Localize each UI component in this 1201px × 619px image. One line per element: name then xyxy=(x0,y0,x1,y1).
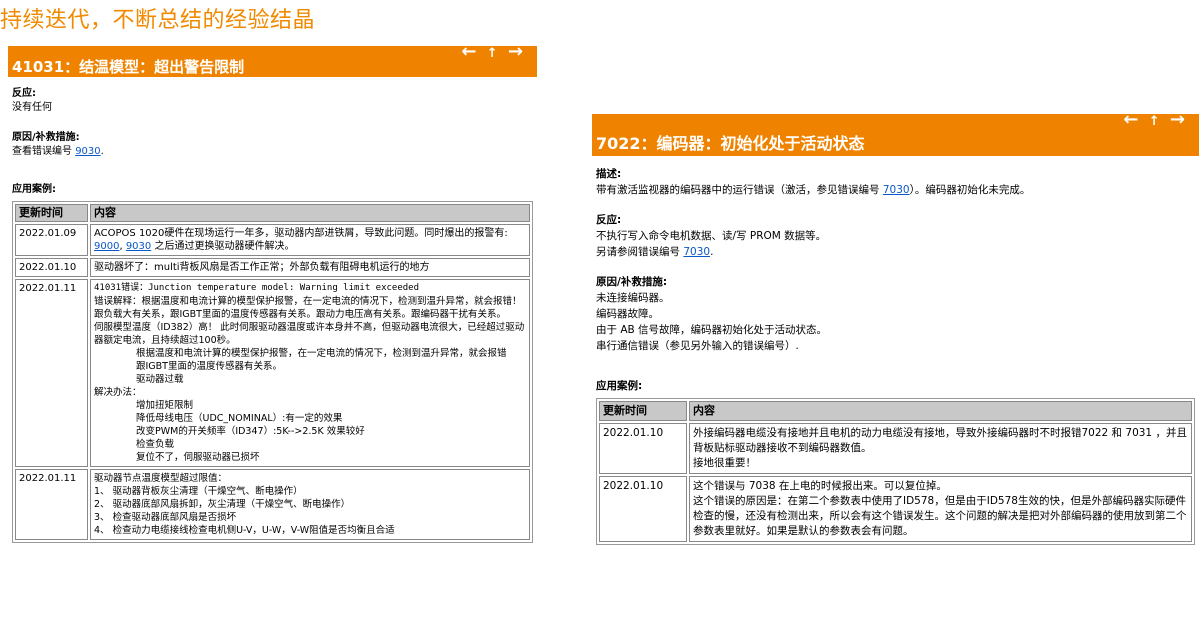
row-line: 这个错误与 7038 在上电的时候报出来。可以复位掉。 xyxy=(693,480,947,492)
list-item: 2、 驱动器底部风扇拆卸，灰尘清理（干燥空气、断电操作） xyxy=(94,499,351,510)
cases-label: 应用案例: xyxy=(12,184,56,195)
arrow-right-icon[interactable]: → xyxy=(1170,114,1187,130)
error-title: 41031：结温模型：超出警告限制 xyxy=(12,58,245,76)
table-row: 2022.01.11 41031错误：Junction temperature … xyxy=(15,279,530,467)
arrow-up-icon[interactable]: ↑ xyxy=(487,46,500,61)
row-content: 外接编码器电缆没有接地并且电机的动力电缆没有接地，导致外接编码器时不时报错702… xyxy=(689,423,1192,474)
page-headline: 持续迭代，不断总结的经验结晶 xyxy=(0,8,316,33)
row-date: 2022.01.11 xyxy=(15,279,88,467)
row-line: 驱动器过载 xyxy=(136,374,184,385)
description-suffix: ）。编码器初始化未完成。 xyxy=(909,184,1031,196)
error-title-bar: 41031：结温模型：超出警告限制 ← ↑ → xyxy=(8,46,537,77)
cause-item: 未连接编码器。 xyxy=(596,292,670,304)
row-line: 错误解释：根据温度和电流计算的模型保护报警，在一定电流的情况下，检测到温升异常，… xyxy=(94,296,522,320)
arrow-left-icon[interactable]: ← xyxy=(1123,114,1140,130)
description-prefix: 带有激活监视器的编码器中的运行错误（激活，参见错误编号 xyxy=(596,184,880,196)
error-content: 描述: 带有激活监视器的编码器中的运行错误（激活，参见错误编号 7030）。编码… xyxy=(592,156,1199,549)
error-content: 反应: 没有任何 原因/补救措施: 查看错误编号 9030. 应用案例: 更新时… xyxy=(8,77,537,547)
nav-arrows: ← ↑ → xyxy=(461,46,525,61)
row-line: 根据温度和电流计算的模型保护报警，在一定电流的情况下，检测到温升异常，就会报错 xyxy=(136,348,507,359)
table-row: 2022.01.10 这个错误与 7038 在上电的时候报出来。可以复位掉。 这… xyxy=(599,476,1192,542)
row-line: 伺服模型温度（ID382）高！ 此时伺服驱动器温度或许本身并不高，但驱动器电流很… xyxy=(94,322,525,346)
table-row: 2022.01.09 ACOPOS 1020硬件在现场运行一年多，驱动器内部进铁… xyxy=(15,224,530,256)
row-content: 41031错误：Junction temperature model: Warn… xyxy=(90,279,530,467)
table-row: 2022.01.11 驱动器节点温度模型超过限值： 1、 驱动器背板灰尘清理（干… xyxy=(15,469,530,540)
cases-table: 更新时间 内容 2022.01.09 ACOPOS 1020硬件在现场运行一年多… xyxy=(12,201,533,543)
row-date: 2022.01.10 xyxy=(15,258,88,277)
cases-table: 更新时间 内容 2022.01.10 外接编码器电缆没有接地并且电机的动力电缆没… xyxy=(596,398,1195,545)
column-header-date: 更新时间 xyxy=(599,401,687,421)
reaction-label: 反应: xyxy=(12,88,36,99)
cause-item: 串行通信错误（参见另外输入的错误编号）. xyxy=(596,340,799,352)
column-header-content: 内容 xyxy=(90,204,530,222)
reaction-text: 另请参阅错误编号 7030. xyxy=(596,244,1195,260)
error-link-9030[interactable]: 9030 xyxy=(75,146,100,157)
error-link-7030[interactable]: 7030 xyxy=(883,184,910,196)
solution-item: 检查负载 xyxy=(136,439,175,450)
solution-label: 解决办法： xyxy=(94,387,142,398)
cause-item: 由于 AB 信号故障，编码器初始化处于活动状态。 xyxy=(596,324,828,336)
list-item: 1、 驱动器背板灰尘清理（干燥空气、断电操作） xyxy=(94,486,303,497)
cause-label: 原因/补救措施: xyxy=(12,132,80,143)
column-header-date: 更新时间 xyxy=(15,204,88,222)
error-title-bar: 7022：编码器：初始化处于活动状态 ← ↑ → xyxy=(592,114,1199,156)
nav-arrows: ← ↑ → xyxy=(1123,114,1187,129)
list-item: 4、 检查动力电缆接线检查电机侧U-V，U-W，V-W阻值是否均衡且合适 xyxy=(94,525,395,536)
row-content: 这个错误与 7038 在上电的时候报出来。可以复位掉。 这个错误的原因是：在第二… xyxy=(689,476,1192,542)
row-text: 之后通过更换驱动器硬件解决。 xyxy=(151,241,295,252)
reaction-text: 不执行写入命令电机数据、读/写 PROM 数据等。 xyxy=(596,230,827,242)
list-item: 3、 检查驱动器底部风扇是否损坏 xyxy=(94,512,237,523)
row-line: 这个错误的原因是：在第二个参数表中使用了ID578，但是由于ID578生效的快，… xyxy=(693,495,1187,537)
error-link-9000[interactable]: 9000 xyxy=(94,241,119,252)
cases-label: 应用案例: xyxy=(596,380,643,392)
solution-item: 增加扭矩限制 xyxy=(136,400,194,411)
error-panel-7022: 7022：编码器：初始化处于活动状态 ← ↑ → 描述: 带有激活监视器的编码器… xyxy=(592,114,1199,619)
table-row: 2022.01.10 驱动器坏了：multi背板风扇是否工作正常；外部负载有阻碍… xyxy=(15,258,530,277)
reaction-label: 反应: xyxy=(596,214,622,226)
column-header-content: 内容 xyxy=(689,401,1192,421)
cause-prefix: 查看错误编号 xyxy=(12,146,72,157)
description-text: 带有激活监视器的编码器中的运行错误（激活，参见错误编号 7030）。编码器初始化… xyxy=(596,182,1195,198)
error-title: 7022：编码器：初始化处于活动状态 xyxy=(596,134,865,153)
row-content: 驱动器节点温度模型超过限值： 1、 驱动器背板灰尘清理（干燥空气、断电操作） 2… xyxy=(90,469,530,540)
row-content: ACOPOS 1020硬件在现场运行一年多，驱动器内部进铁屑，导致此问题。同时爆… xyxy=(90,224,530,256)
error-link-9030[interactable]: 9030 xyxy=(126,241,151,252)
cause-end: . xyxy=(100,146,104,157)
solution-item: 复位不了，伺服驱动器已损坏 xyxy=(136,452,260,463)
reaction-prefix: 另请参阅错误编号 xyxy=(596,246,680,258)
arrow-right-icon[interactable]: → xyxy=(508,46,525,62)
reaction-text: 没有任何 xyxy=(12,102,52,113)
row-content: 驱动器坏了：multi背板风扇是否工作正常；外部负载有阻碍电机运行的地方 xyxy=(90,258,530,277)
row-date: 2022.01.10 xyxy=(599,423,687,474)
row-date: 2022.01.11 xyxy=(15,469,88,540)
row-line: 驱动器节点温度模型超过限值： xyxy=(94,473,228,484)
cause-label: 原因/补救措施: xyxy=(596,276,668,288)
error-panel-41031: 41031：结温模型：超出警告限制 ← ↑ → 反应: 没有任何 原因/补救措施… xyxy=(8,46,537,619)
arrow-up-icon[interactable]: ↑ xyxy=(1149,114,1162,129)
description-label: 描述: xyxy=(596,168,622,180)
error-link-7030[interactable]: 7030 xyxy=(683,246,710,258)
cause-text: 查看错误编号 9030. xyxy=(12,145,533,159)
row-date: 2022.01.10 xyxy=(599,476,687,542)
table-row: 2022.01.10 外接编码器电缆没有接地并且电机的动力电缆没有接地，导致外接… xyxy=(599,423,1192,474)
row-text: ACOPOS 1020硬件在现场运行一年多，驱动器内部进铁屑，导致此问题。同时爆… xyxy=(94,228,508,239)
row-line: 外接编码器电缆没有接地并且电机的动力电缆没有接地，导致外接编码器时不时报错702… xyxy=(693,427,1187,454)
arrow-left-icon[interactable]: ← xyxy=(461,46,478,62)
row-line: 跟IGBT里面的温度传感器有关系。 xyxy=(136,361,282,372)
row-line: 接地很重要！ xyxy=(693,457,756,469)
row-line: 41031错误：Junction temperature model: Warn… xyxy=(94,283,420,293)
solution-item: 改变PWM的开关频率（ID347）:5K-->2.5K 效果较好 xyxy=(136,426,365,437)
reaction-end: . xyxy=(710,246,714,258)
row-date: 2022.01.09 xyxy=(15,224,88,256)
cause-item: 编码器故障。 xyxy=(596,308,659,320)
solution-item: 降低母线电压（UDC_NOMINAL）:有一定的效果 xyxy=(136,413,343,424)
